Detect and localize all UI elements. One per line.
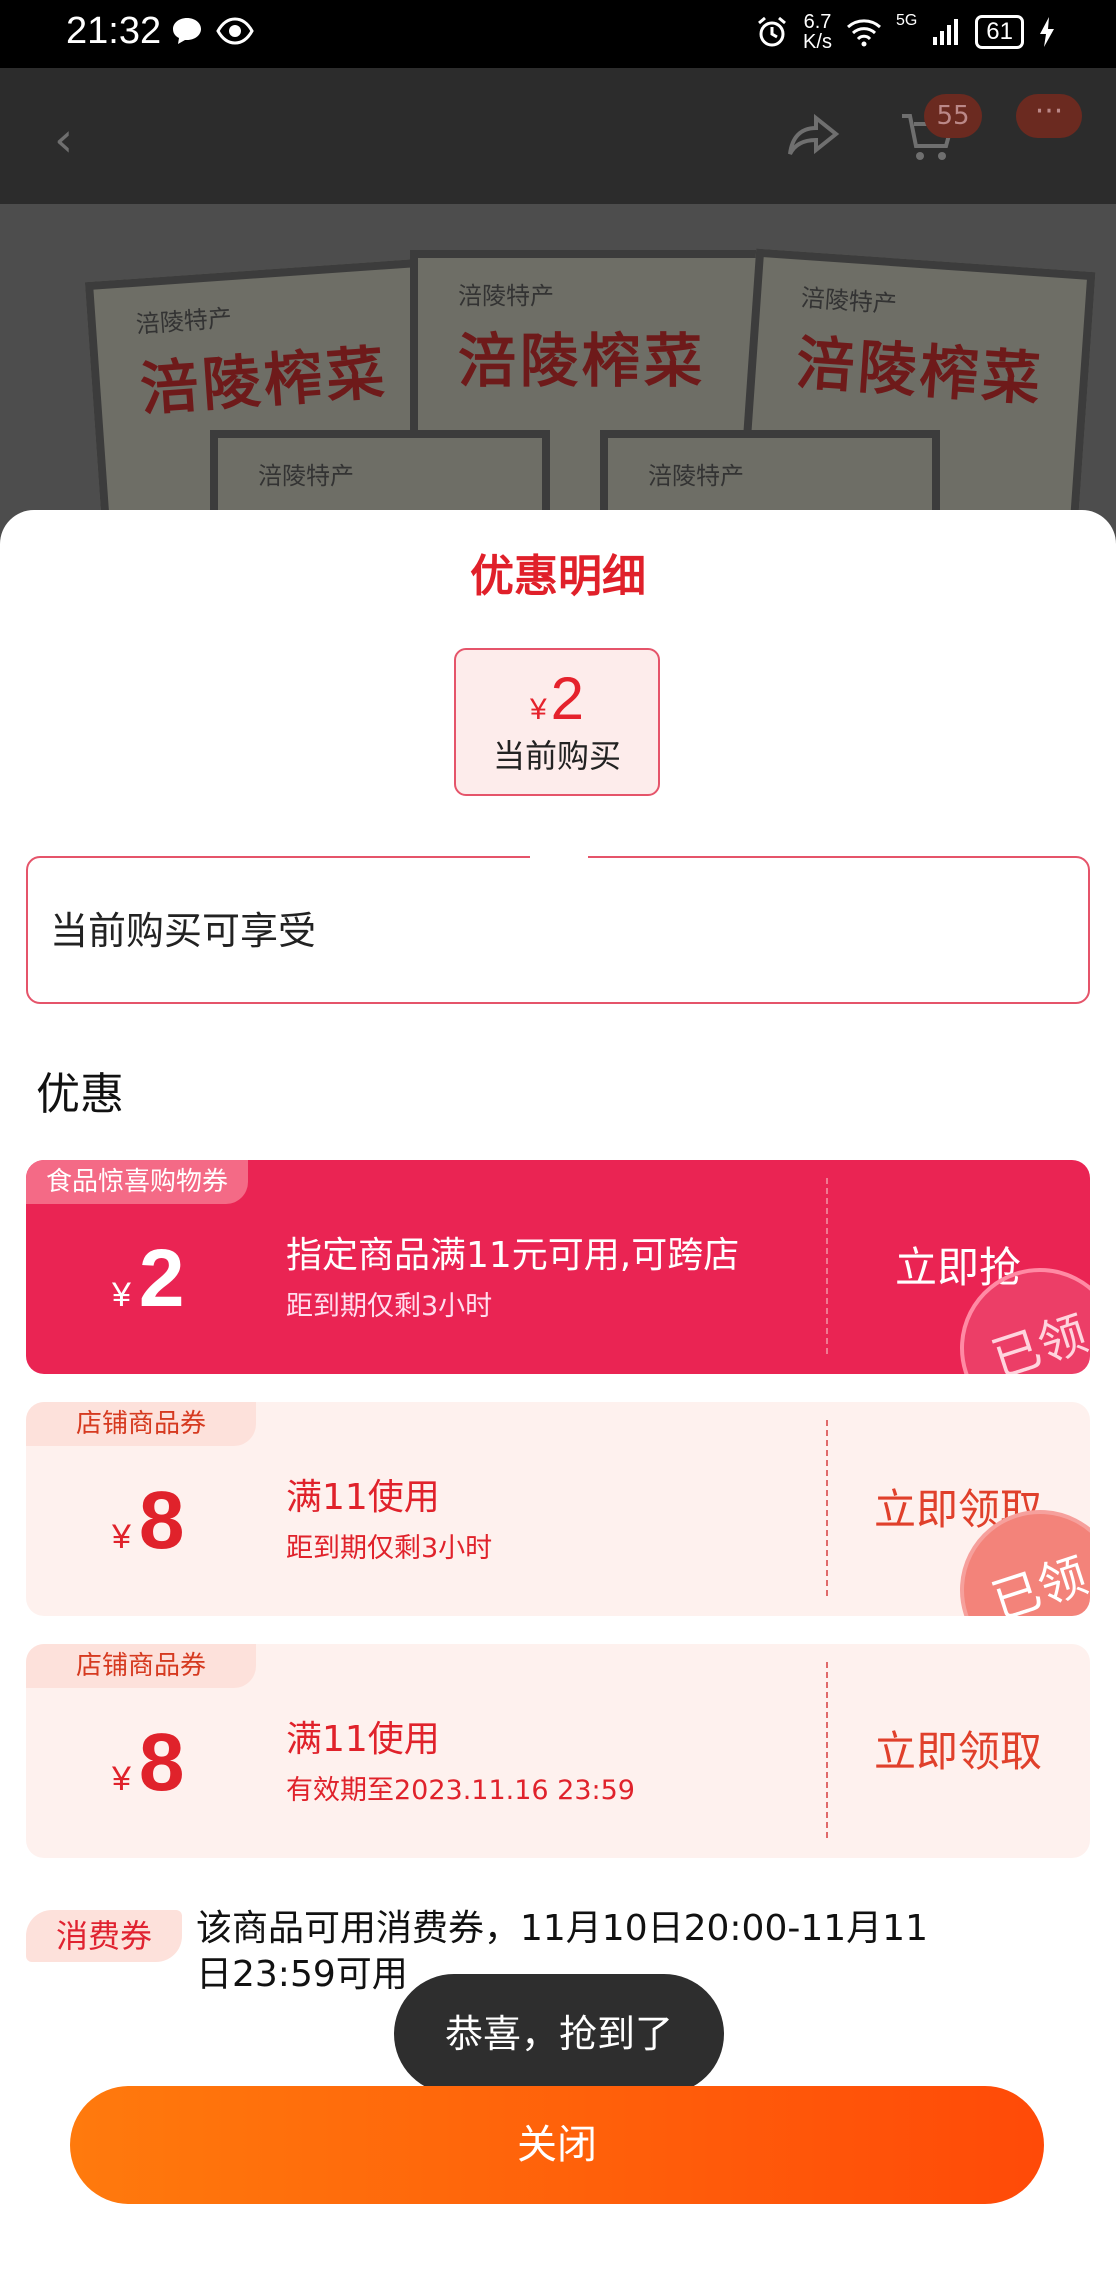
coupon-expiry: 距到期仅剩3小时 <box>286 1291 493 1322</box>
status-time: 21:32 <box>66 10 162 52</box>
tip-box: 当前购买可享受 <box>26 856 1090 1004</box>
status-bar: 21:32 6.7 K/s 5G 61 <box>0 0 1116 68</box>
network-type: 5G <box>895 12 918 29</box>
tip-text: 当前购买可享受 <box>50 909 317 953</box>
coupon-description: 指定商品满11元可用,可跨店 <box>286 1235 740 1276</box>
tip-arrow-mask <box>530 846 588 860</box>
coupon-description: 满11使用 <box>286 1477 440 1518</box>
success-toast: 恭喜，抢到了 <box>394 1974 724 2094</box>
coupon-amount: ¥2 <box>112 1233 185 1324</box>
more-icon[interactable]: ··· <box>1016 94 1082 138</box>
coupon-amount: ¥8 <box>112 1475 185 1566</box>
section-title-discounts: 优惠 <box>36 1069 124 1120</box>
consumer-voucher-tag: 消费券 <box>26 1910 182 1962</box>
coupon-amount: ¥8 <box>112 1717 185 1808</box>
current-price-box: ¥2 当前购买 <box>454 648 660 796</box>
current-price: ¥2 <box>529 665 585 732</box>
discount-detail-sheet: 优惠明细 ¥2 当前购买 当前购买可享受 优惠 食品惊喜购物券 ¥2 指定商品满… <box>0 510 1116 2278</box>
share-icon[interactable] <box>786 112 842 160</box>
claim-coupon-button[interactable]: 立即领取 <box>826 1718 1090 1779</box>
current-price-label: 当前购买 <box>492 737 621 775</box>
cart-count-badge: 55 <box>924 94 982 138</box>
net-speed: 6.7 K/s <box>803 11 832 53</box>
product-nav-bar: ‹ 55 ··· <box>0 68 1116 204</box>
coupon-card[interactable]: 食品惊喜购物券 ¥2 指定商品满11元可用,可跨店 距到期仅剩3小时 立即抢 已… <box>26 1160 1090 1374</box>
coupon-tag: 店铺商品券 <box>26 1644 257 1688</box>
wifi-icon <box>846 19 881 47</box>
message-icon <box>173 18 201 44</box>
coupon-expiry: 距到期仅剩3小时 <box>286 1533 493 1564</box>
eye-icon <box>216 17 254 45</box>
coupon-card[interactable]: 店铺商品券 ¥8 满11使用 距到期仅剩3小时 立即领取 已领 <box>26 1402 1090 1616</box>
coupon-validity: 有效期至2023.11.16 23:59 <box>286 1775 635 1806</box>
sheet-title: 优惠明细 <box>470 551 646 602</box>
coupon-tag: 店铺商品券 <box>26 1402 257 1446</box>
close-button[interactable]: 关闭 <box>70 2086 1044 2204</box>
coupon-tag: 食品惊喜购物券 <box>26 1160 249 1204</box>
alarm-icon <box>758 16 787 47</box>
signal-icon <box>933 19 959 45</box>
coupon-card[interactable]: 店铺商品券 ¥8 满11使用 有效期至2023.11.16 23:59 立即领取 <box>26 1644 1090 1858</box>
coupon-description: 满11使用 <box>286 1719 440 1760</box>
charging-icon <box>1040 17 1054 47</box>
back-icon[interactable]: ‹ <box>54 112 73 168</box>
battery-icon: 61 <box>975 15 1024 49</box>
